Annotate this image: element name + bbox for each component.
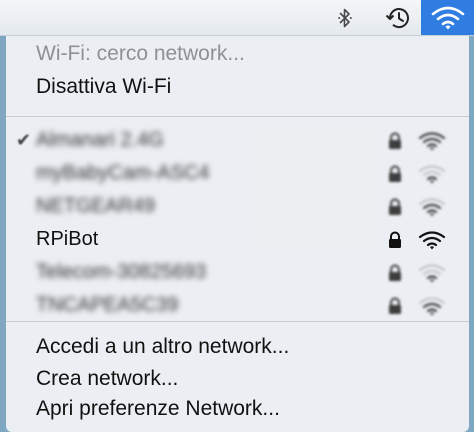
lock-icon — [389, 297, 401, 314]
wifi-menu-extra[interactable] — [421, 0, 474, 35]
separator — [6, 116, 469, 117]
network-item[interactable]: NETGEAR49 — [6, 190, 469, 223]
network-item[interactable]: RPiBot — [6, 223, 469, 256]
network-name: Telecom-30825693 — [36, 261, 207, 283]
open-network-preferences-label: Apri preferenze Network... — [36, 397, 280, 420]
wifi-signal-icon — [418, 264, 446, 283]
network-item[interactable]: TNCAPEA5C39 — [6, 289, 469, 322]
network-name: NETGEAR49 — [36, 195, 155, 217]
lock-icon — [389, 231, 401, 248]
separator — [6, 321, 469, 322]
time-machine-menu-extra[interactable] — [380, 0, 416, 35]
disable-wifi-item[interactable]: Disattiva Wi-Fi — [6, 72, 469, 102]
wifi-status: Wi-Fi: cerco network... — [6, 39, 469, 69]
disable-wifi-label: Disattiva Wi-Fi — [36, 75, 172, 98]
create-network-item[interactable]: Crea network... — [6, 364, 469, 394]
join-other-network-item[interactable]: Accedi a un altro network... — [6, 332, 469, 362]
lock-icon — [389, 264, 401, 281]
network-item[interactable]: ✔ Almanari 2.4G — [6, 124, 469, 157]
open-network-preferences-item[interactable]: Apri preferenze Network... — [6, 394, 469, 424]
lock-icon — [389, 165, 401, 182]
join-other-network-label: Accedi a un altro network... — [36, 335, 290, 358]
network-name: Almanari 2.4G — [36, 129, 164, 151]
wifi-dropdown-menu: Wi-Fi: cerco network... Disattiva Wi-Fi … — [6, 36, 469, 432]
bluetooth-icon — [338, 8, 352, 27]
time-machine-icon — [385, 7, 409, 28]
wifi-status-label: Wi-Fi: cerco network... — [36, 42, 245, 65]
wifi-signal-icon — [418, 231, 446, 250]
network-name: RPiBot — [36, 228, 99, 250]
lock-icon — [389, 198, 401, 215]
menu-bar — [0, 0, 474, 36]
checkmark-icon: ✔ — [16, 130, 32, 150]
network-item[interactable]: myBabyCam-ASC4 — [6, 157, 469, 190]
wifi-icon — [431, 6, 464, 29]
wifi-signal-icon — [418, 198, 446, 217]
wifi-signal-icon — [418, 165, 446, 184]
wifi-signal-icon — [418, 132, 446, 151]
network-name: TNCAPEA5C39 — [36, 294, 179, 316]
network-name: myBabyCam-ASC4 — [36, 162, 210, 184]
bluetooth-menu-extra[interactable] — [330, 0, 360, 35]
wifi-signal-icon — [418, 297, 446, 316]
network-item[interactable]: Telecom-30825693 — [6, 256, 469, 289]
create-network-label: Crea network... — [36, 367, 179, 390]
lock-icon — [389, 132, 401, 149]
